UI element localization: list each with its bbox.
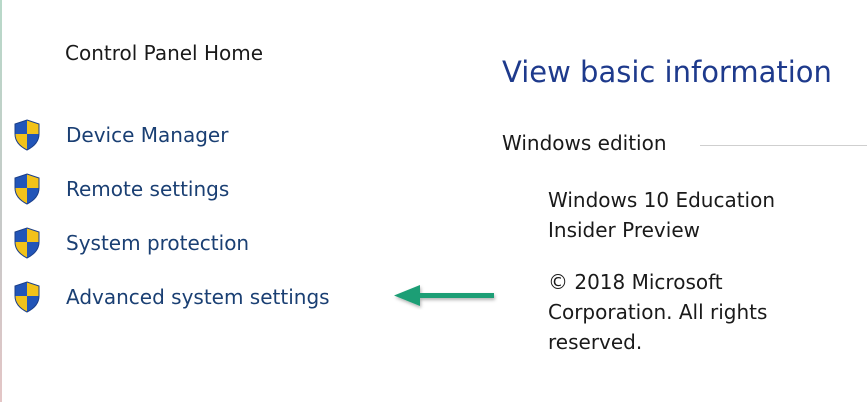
page-title: View basic information: [502, 55, 832, 89]
sidebar-item-system-protection[interactable]: System protection: [13, 226, 249, 260]
left-arrow-icon: [394, 285, 494, 306]
windows-edition-info: Windows 10 Education Insider Preview: [548, 185, 848, 245]
sidebar-item-label: System protection: [66, 231, 250, 255]
section-title-windows-edition: Windows edition: [502, 130, 671, 156]
copyright-line: © 2018 Microsoft: [548, 270, 723, 294]
copyright-line: reserved.: [548, 330, 643, 354]
uac-shield-icon: [14, 281, 40, 313]
sidebar-item-label: Remote settings: [66, 177, 230, 201]
copyright-notice: © 2018 Microsoft Corporation. All rights…: [548, 267, 848, 357]
uac-shield-icon: [14, 227, 40, 259]
edition-name: Windows 10 Education: [548, 188, 776, 212]
window-left-border: [0, 0, 2, 402]
control-panel-home-link[interactable]: Control Panel Home: [65, 40, 263, 66]
section-divider: [700, 145, 867, 146]
sidebar-item-device-manager[interactable]: Device Manager: [13, 118, 228, 152]
uac-shield-icon: [14, 173, 40, 205]
sidebar-item-label: Advanced system settings: [66, 285, 330, 309]
edition-channel: Insider Preview: [548, 218, 700, 242]
sidebar-item-advanced-system-settings[interactable]: Advanced system settings: [13, 280, 330, 314]
copyright-line: Corporation. All rights: [548, 300, 768, 324]
sidebar-item-label: Device Manager: [66, 123, 229, 147]
sidebar-item-remote-settings[interactable]: Remote settings: [13, 172, 229, 206]
uac-shield-icon: [14, 119, 40, 151]
